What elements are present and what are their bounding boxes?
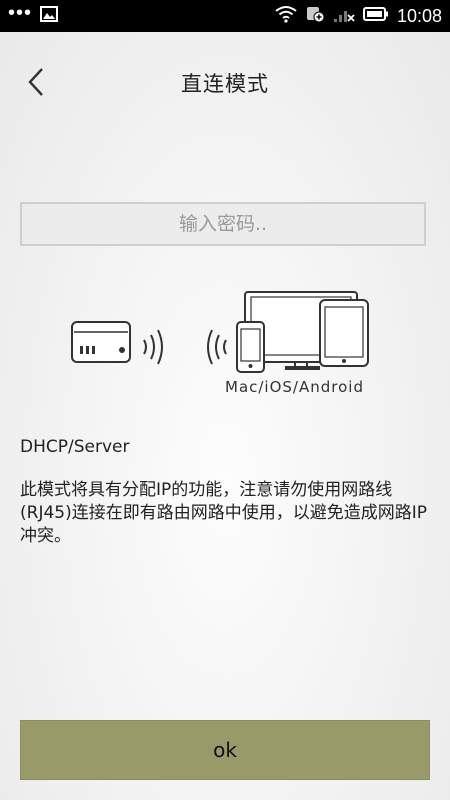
battery-icon xyxy=(362,6,389,27)
ok-button[interactable]: ok xyxy=(20,720,430,780)
mode-description: 此模式将具有分配IP的功能，注意请勿使用网路线(RJ45)连接在即有路由网路中使… xyxy=(20,480,427,546)
header: 直连模式 xyxy=(0,32,450,132)
wifi-icon xyxy=(275,5,297,28)
status-bar: ••• 10:08 xyxy=(0,0,450,32)
password-input[interactable] xyxy=(20,202,426,246)
tablet-icon xyxy=(319,299,369,367)
image-notification-icon xyxy=(40,5,59,27)
wifi-waves-icon xyxy=(143,329,163,365)
router-box-icon xyxy=(71,321,131,363)
device-caption: Mac/iOS/Android xyxy=(225,378,364,396)
signal-icon xyxy=(333,5,355,28)
ok-button-label: ok xyxy=(213,738,237,762)
mode-label: DHCP/Server xyxy=(20,437,130,457)
status-right: 10:08 xyxy=(275,0,442,32)
wifi-waves-icon-2 xyxy=(207,329,227,365)
status-left: ••• xyxy=(0,2,59,27)
page-title: 直连模式 xyxy=(181,72,269,96)
status-time: 10:08 xyxy=(396,5,442,26)
data-saver-icon xyxy=(305,5,325,28)
phone-icon xyxy=(236,321,265,373)
more-dots-icon: ••• xyxy=(8,2,33,24)
